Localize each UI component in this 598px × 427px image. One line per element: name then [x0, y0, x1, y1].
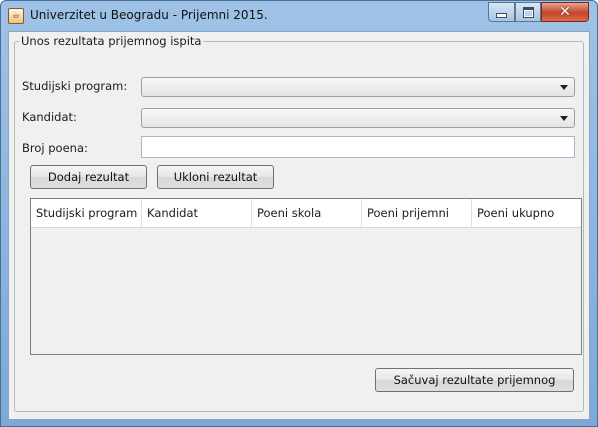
minimize-button[interactable]: [488, 2, 515, 22]
java-cup-icon: ☕: [8, 8, 24, 24]
application-window: ☕ Univerzitet u Beogradu - Prijemni 2015…: [0, 0, 598, 427]
column-header-candidate[interactable]: Kandidat: [142, 199, 252, 227]
points-label: Broj poena:: [22, 141, 88, 155]
maximize-icon: [522, 6, 534, 18]
candidate-label: Kandidat:: [22, 110, 77, 124]
program-label: Studijski program:: [22, 79, 128, 93]
candidate-combobox[interactable]: [141, 108, 575, 128]
remove-result-button[interactable]: Ukloni rezultat: [157, 165, 274, 189]
points-input[interactable]: [141, 136, 575, 158]
close-button[interactable]: ✕: [541, 2, 589, 22]
column-header-total-points[interactable]: Poeni ukupno: [472, 199, 581, 227]
chevron-down-icon: [560, 85, 568, 90]
title-bar[interactable]: ☕ Univerzitet u Beogradu - Prijemni 2015…: [1, 1, 597, 31]
window-title: Univerzitet u Beogradu - Prijemni 2015.: [30, 8, 268, 22]
results-table[interactable]: Studijski program Kandidat Poeni skola P…: [30, 198, 582, 355]
column-header-exam-points[interactable]: Poeni prijemni: [362, 199, 472, 227]
chevron-down-icon: [560, 116, 568, 121]
column-header-school-points[interactable]: Poeni skola: [252, 199, 362, 227]
maximize-button[interactable]: [515, 2, 541, 22]
table-header: Studijski program Kandidat Poeni skola P…: [31, 199, 581, 228]
save-results-button[interactable]: Sačuvaj rezultate prijemnog: [375, 368, 574, 392]
program-combobox[interactable]: [141, 77, 575, 97]
add-result-button[interactable]: Dodaj rezultat: [30, 165, 147, 189]
minimize-icon: [496, 12, 507, 18]
column-header-program[interactable]: Studijski program: [31, 199, 142, 227]
group-title: Unos rezultata prijemnog ispita: [19, 34, 204, 48]
close-icon: ✕: [559, 4, 571, 20]
